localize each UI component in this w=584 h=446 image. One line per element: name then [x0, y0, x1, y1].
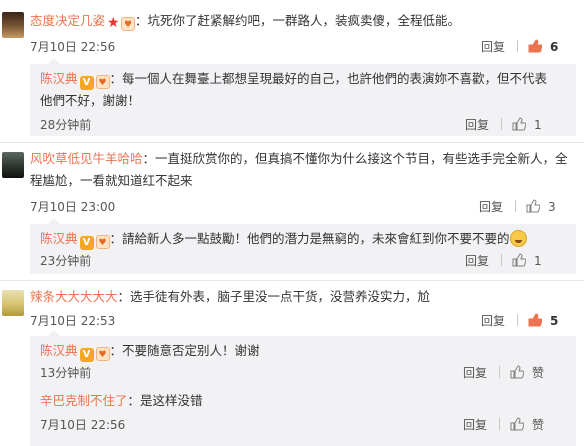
- reply-pointer: [48, 218, 60, 224]
- comment-time: 7月10日 23:00: [30, 200, 116, 214]
- reply-time: 23分钟前: [40, 254, 92, 268]
- divider: [0, 280, 584, 281]
- reply-button[interactable]: 回复: [465, 118, 489, 132]
- like-icon[interactable]: [512, 117, 527, 131]
- username-link[interactable]: 辣条大大大大大: [30, 289, 118, 304]
- reply-time: 28分钟前: [40, 118, 92, 132]
- like-label: 赞: [532, 366, 545, 380]
- reply-time: 7月10日 22:56: [40, 418, 126, 432]
- action-divider: [499, 418, 501, 430]
- like-icon[interactable]: [512, 253, 527, 267]
- reply-text: ：不要随意否定别人！谢谢: [109, 343, 260, 358]
- action-divider: [517, 314, 519, 326]
- star-icon: ★: [107, 15, 120, 31]
- username-link[interactable]: 辛巴克制不住了: [40, 393, 128, 408]
- comment-text: ：选手徒有外表，脑子里没一点干货，没营养没实力，尬: [117, 289, 431, 304]
- reply-text: ：請給新人多一點鼓勵！他們的潛力是無窮的，未來會紅到你不要不要的: [109, 231, 510, 246]
- like-icon[interactable]: [528, 313, 543, 327]
- divider: [0, 142, 584, 143]
- reply-button[interactable]: 回复: [479, 200, 503, 214]
- reply-text: ：每一個人在舞臺上都想呈現最好的自己，也許他們的表演妳不喜歡，但不代表: [109, 71, 548, 86]
- comment-time: 7月10日 22:56: [30, 40, 116, 54]
- comment-text: ：一直挺欣赏你的，但真搞不懂你为什么接这个节目，有些选手完全新人，全: [142, 151, 568, 166]
- comment-text-cont: 程尴尬，一看就知道红不起来: [30, 173, 193, 188]
- reply-box: 陈汉典 V ♥ ：請給新人多一點鼓勵！他們的潛力是無窮的，未來會紅到你不要不要的 23…: [30, 218, 576, 274]
- reply-text-cont: 他們不好，謝謝！: [40, 93, 141, 108]
- username-link[interactable]: 陈汉典: [40, 231, 78, 246]
- verified-v-icon: V: [79, 348, 94, 362]
- username-link[interactable]: 态度决定几姿: [30, 13, 105, 28]
- username-link[interactable]: 风吹草低见牛羊哈哈: [30, 151, 143, 166]
- reply-box: 陈汉典 V ♥ ：每一個人在舞臺上都想呈現最好的自己，也許他們的表演妳不喜歡，但不代表…: [30, 58, 576, 136]
- heart-badge-icon: ♥: [95, 347, 110, 361]
- like-count: 1: [534, 254, 542, 268]
- reply-box: 陈汉典 V ♥ ：不要随意否定别人！谢谢 13分钟前 回复赞 辛巴克制不住了：是这样没…: [30, 330, 576, 446]
- comment-time: 7月10日 22:53: [30, 314, 116, 328]
- avatar[interactable]: [2, 290, 24, 316]
- username-link[interactable]: 陈汉典: [40, 343, 78, 358]
- avatar[interactable]: [2, 152, 24, 178]
- reply-button[interactable]: 回复: [465, 254, 489, 268]
- reply-button[interactable]: 回复: [481, 314, 505, 328]
- like-count: 5: [550, 314, 559, 328]
- like-icon[interactable]: [526, 199, 541, 213]
- comment-text: ：坑死你了赶紧解约吧，一群路人，装疯卖傻，全程低能。: [135, 13, 461, 28]
- like-icon[interactable]: [528, 39, 543, 53]
- heart-badge-icon: ♥: [95, 235, 110, 249]
- username-link[interactable]: 陈汉典: [40, 71, 78, 86]
- like-count: 3: [548, 200, 556, 214]
- reply-pointer: [48, 58, 60, 64]
- verified-v-icon: V: [79, 76, 94, 90]
- verified-v-icon: V: [79, 236, 94, 250]
- action-divider: [499, 366, 501, 378]
- heart-badge-icon: ♥: [121, 17, 136, 31]
- reply-button[interactable]: 回复: [481, 40, 505, 54]
- reply-button[interactable]: 回复: [463, 418, 487, 432]
- like-label: 赞: [532, 418, 545, 432]
- like-icon[interactable]: [510, 365, 525, 379]
- reply-time: 13分钟前: [40, 366, 92, 380]
- action-divider: [517, 40, 519, 52]
- avatar[interactable]: [2, 12, 24, 38]
- like-count: 6: [550, 40, 559, 54]
- reply-pointer: [48, 330, 60, 336]
- reply-button[interactable]: 回复: [463, 366, 487, 380]
- reply-text: ：是这样没错: [127, 393, 203, 408]
- action-divider: [501, 254, 503, 266]
- action-divider: [515, 200, 517, 212]
- heart-badge-icon: ♥: [95, 75, 110, 89]
- grin-emoji-icon: [509, 230, 527, 247]
- like-icon[interactable]: [510, 417, 525, 431]
- like-count: 1: [534, 118, 542, 132]
- action-divider: [501, 118, 503, 130]
